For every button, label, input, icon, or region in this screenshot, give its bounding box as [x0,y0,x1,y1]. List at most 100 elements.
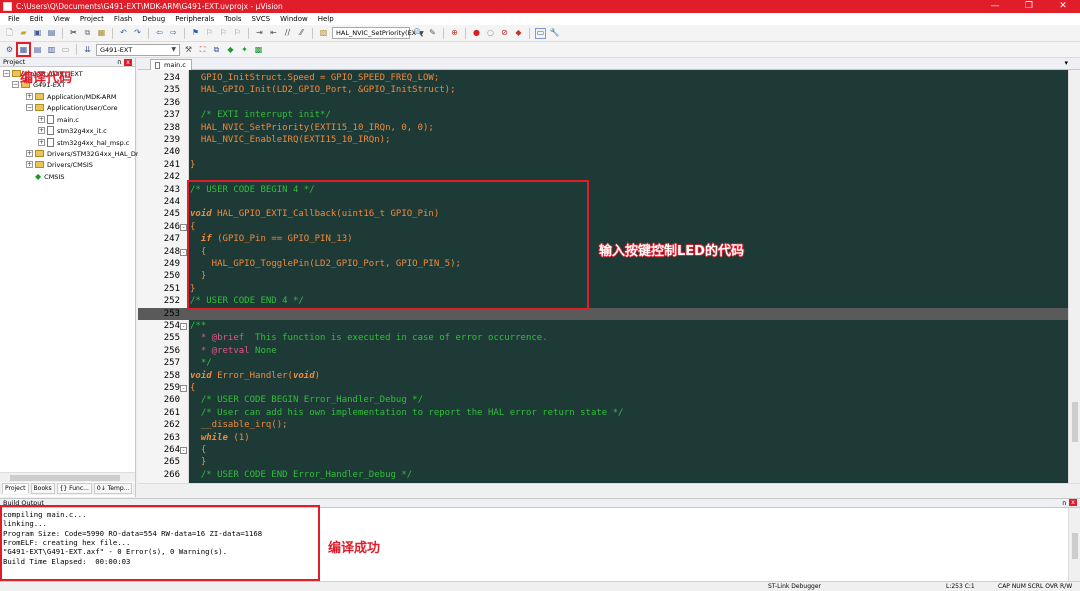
build-icon[interactable]: ▦ [16,42,31,57]
tab-project[interactable]: Project [2,483,29,494]
target-options-icon[interactable]: ⚒ [183,44,194,55]
tree-item-folder[interactable]: − Application/User/Core [26,102,118,113]
tab-functions[interactable]: {} Func... [56,483,92,494]
expand-icon[interactable]: + [26,150,33,157]
zoom-icon[interactable]: ⊕ [449,28,460,39]
download-icon[interactable]: ⇊ [82,44,93,55]
menu-project[interactable]: Project [75,13,109,25]
open-folder-icon[interactable]: ▰ [18,28,29,39]
tree-item-folder[interactable]: + Application/MDK-ARM [26,91,116,102]
maximize-button[interactable]: ❐ [1012,0,1046,13]
code-line[interactable]: 263 while (1) [138,432,1068,444]
target-combo[interactable]: G491-EXT ▼ [96,43,180,56]
stop-build-icon[interactable]: ▭ [60,44,71,55]
bookmark-next-icon[interactable]: ⚐ [218,28,229,39]
copy-icon[interactable]: ⧉ [82,28,93,39]
tree-item-file[interactable]: + stm32g4xx_hal_msp.c [38,137,129,148]
code-line[interactable]: 234 GPIO_InitStruct.Speed = GPIO_SPEED_F… [138,72,1068,84]
breakpoint-disable-icon[interactable]: ○ [485,28,496,39]
nav-back-icon[interactable]: ⇦ [154,28,165,39]
menu-file[interactable]: File [3,13,25,25]
code-line[interactable]: 264- { [138,444,1068,456]
code-line[interactable]: 235 HAL_GPIO_Init(LD2_GPIO_Port, &GPIO_I… [138,84,1068,96]
fold-toggle-icon[interactable]: - [180,223,187,231]
unindent-icon[interactable]: ⇤ [268,28,279,39]
build-output-scrollbar[interactable] [1068,508,1080,581]
run-time-env-icon[interactable]: ✦ [239,44,250,55]
menu-edit[interactable]: Edit [25,13,49,25]
pin-icon[interactable]: ᴨ [117,58,121,66]
chevron-down-icon[interactable]: ▼ [171,46,176,53]
paste-icon[interactable]: ▦ [96,28,107,39]
find-in-files-icon[interactable]: ▧ [318,28,329,39]
translate-icon[interactable]: ⚙ [4,44,15,55]
menu-help[interactable]: Help [313,13,339,25]
scrollbar-thumb[interactable] [1072,402,1078,442]
tree-item-file[interactable]: + main.c [38,114,79,125]
tab-books[interactable]: Books [30,483,55,494]
function-combo[interactable]: HAL_NVIC_SetPriority(EX ▼ [332,27,424,39]
expand-icon[interactable]: + [26,93,33,100]
fold-toggle-icon[interactable]: - [180,447,187,454]
comment-icon[interactable]: // [282,28,293,39]
configure-icon[interactable]: 🔧 [549,28,560,39]
nav-forward-icon[interactable]: ⇨ [168,28,179,39]
breakpoint-icon[interactable]: ● [471,28,482,39]
collapse-icon[interactable]: − [26,104,33,111]
editor-horizontal-scrollbar[interactable] [138,483,1080,493]
chevron-down-icon[interactable]: ▾ [1064,59,1068,67]
cut-icon[interactable]: ✂ [68,28,79,39]
close-icon[interactable]: x [124,58,132,66]
save-all-icon[interactable]: ▤ [46,28,57,39]
project-panel-scrollbar[interactable] [0,472,135,482]
batch-build-icon[interactable]: ▥ [46,44,57,55]
expand-icon[interactable]: + [38,116,45,123]
code-line[interactable]: 236 [138,97,1068,109]
code-line[interactable]: 260 /* USER CODE BEGIN Error_Handler_Deb… [138,394,1068,406]
debug-session-icon[interactable]: ◆ [513,28,524,39]
save-icon[interactable]: ▣ [32,28,43,39]
fold-toggle-icon[interactable]: - [180,385,187,392]
scrollbar-thumb[interactable] [1072,533,1078,559]
tree-item-folder[interactable]: + Drivers/CMSIS [26,159,93,170]
close-button[interactable]: ✕ [1046,0,1080,13]
code-line[interactable]: 262 __disable_irq(); [138,419,1068,431]
tree-item-component[interactable]: ◆ CMSIS [35,171,64,182]
code-line[interactable]: 265 } [138,456,1068,468]
undo-icon[interactable]: ↶ [118,28,129,39]
menu-debug[interactable]: Debug [137,13,170,25]
code-line[interactable]: 258 void Error_Handler(void) [138,370,1068,382]
bookmark-clear-icon[interactable]: ⚐ [232,28,243,39]
code-line[interactable]: 256 * @retval None [138,345,1068,357]
code-line[interactable]: 255 * @brief This function is executed i… [138,332,1068,344]
scrollbar-thumb[interactable] [10,475,120,481]
collapse-icon[interactable]: − [3,70,10,77]
code-line[interactable]: 261 /* User can add his own implementati… [138,407,1068,419]
select-software-packs-icon[interactable]: ▩ [253,44,264,55]
file-extensions-icon[interactable]: ⧉ [211,44,222,55]
menu-view[interactable]: View [48,13,75,25]
menu-window[interactable]: Window [275,13,313,25]
menu-peripherals[interactable]: Peripherals [170,13,219,25]
tree-item-file[interactable]: + stm32g4xx_it.c [38,125,107,136]
code-line[interactable]: 237 /* EXTI interrupt init*/ [138,109,1068,121]
menu-flash[interactable]: Flash [109,13,137,25]
code-line[interactable]: 241} [138,159,1068,171]
code-line[interactable]: 240 [138,146,1068,158]
expand-icon[interactable]: + [38,127,45,134]
new-file-icon[interactable]: 🗋 [4,28,15,39]
code-line[interactable]: 239 HAL_NVIC_EnableIRQ(EXTI15_10_IRQn); [138,134,1068,146]
rebuild-icon[interactable]: ▤ [32,44,43,55]
tree-item-folder[interactable]: + Drivers/STM32G4xx_HAL_Dri [26,148,140,159]
code-line[interactable]: 266 /* USER CODE END Error_Handler_Debug… [138,469,1068,481]
menu-svcs[interactable]: SVCS [247,13,276,25]
manage-components-icon[interactable]: ⛶ [197,44,208,55]
menu-tools[interactable]: Tools [219,13,246,25]
expand-icon[interactable]: + [38,139,45,146]
bookmark-icon[interactable]: ⚑ [190,28,201,39]
collapse-icon[interactable]: − [12,81,19,88]
find-icon[interactable]: 🔍 [413,28,424,39]
fold-toggle-icon[interactable]: - [180,248,187,256]
code-line[interactable]: 254-/** [138,320,1068,332]
close-icon[interactable]: x [1069,499,1077,506]
